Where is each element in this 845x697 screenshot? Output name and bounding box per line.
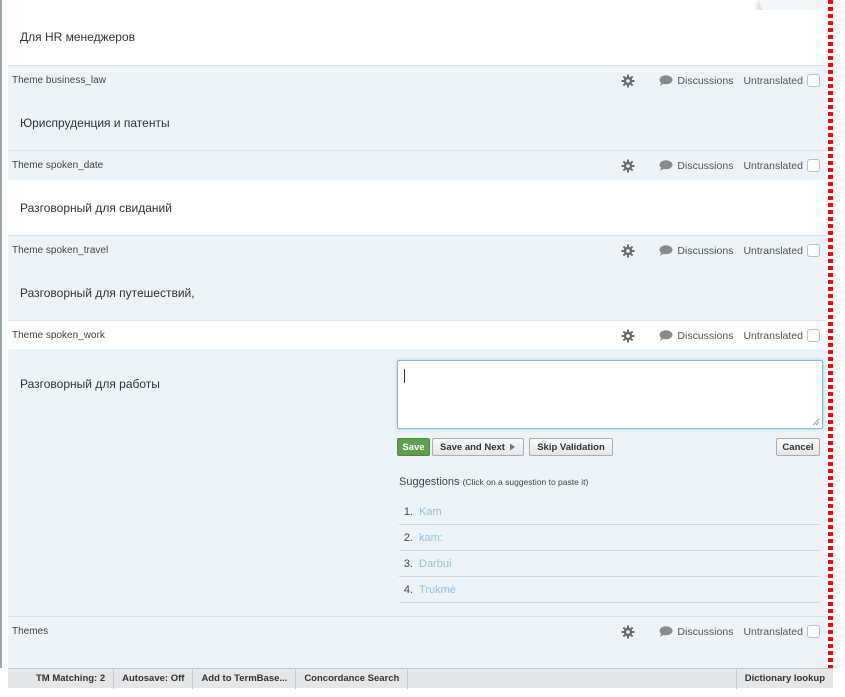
untranslated-label: Untranslated bbox=[743, 244, 803, 257]
active-segment-editor: Разговорный для работы Save Save and Nex… bbox=[8, 349, 826, 616]
save-and-next-button[interactable]: Save and Next bbox=[432, 438, 524, 456]
suggestion-item[interactable]: 4. Trukmė bbox=[399, 577, 819, 603]
left-margin-rule bbox=[0, 0, 2, 668]
suggestions-hint: (Click on a suggestion to paste it) bbox=[462, 477, 589, 487]
theme-label: Theme business_law bbox=[12, 75, 106, 86]
untranslated-checkbox[interactable] bbox=[807, 625, 820, 638]
untranslated-checkbox[interactable] bbox=[807, 329, 820, 342]
discussions-link[interactable]: Discussions bbox=[659, 245, 733, 257]
translation-input[interactable] bbox=[397, 360, 823, 429]
segment-source-row: Разговорный для путешествий, bbox=[8, 265, 826, 320]
right-margin-marker bbox=[828, 0, 833, 668]
untranslated-label: Untranslated bbox=[743, 159, 803, 172]
dictionary-lookup-button[interactable]: Dictionary lookup bbox=[735, 668, 833, 689]
segment-source-row bbox=[8, 646, 826, 668]
segment-source-text: Для HR менеджеров bbox=[20, 30, 136, 44]
add-to-termbase-button[interactable]: Add to TermBase... bbox=[193, 668, 297, 689]
untranslated-label: Untranslated bbox=[743, 74, 803, 87]
segment-header-themes: Themes Discussions Untranslated bbox=[8, 616, 826, 646]
cancel-button[interactable]: Cancel bbox=[776, 438, 820, 456]
tm-matching-button[interactable]: TM Matching: 2 bbox=[8, 668, 115, 689]
play-triangle-icon bbox=[509, 443, 515, 451]
text-caret bbox=[404, 369, 405, 383]
segment-source-text: Юриспруденция и патенты bbox=[20, 116, 170, 130]
segment-source-row: Для HR менеджеров bbox=[8, 10, 826, 65]
concordance-search-button[interactable]: Concordance Search bbox=[296, 668, 409, 689]
discussions-link[interactable]: Discussions bbox=[659, 160, 733, 172]
segment-header-spoken-date: Theme spoken_date Discussions Untranslat… bbox=[8, 150, 826, 180]
gear-icon[interactable] bbox=[621, 329, 635, 343]
save-button[interactable]: Save bbox=[397, 438, 430, 456]
skip-validation-button[interactable]: Skip Validation bbox=[529, 438, 613, 456]
gear-icon[interactable] bbox=[621, 74, 635, 88]
gear-icon[interactable] bbox=[621, 159, 635, 173]
speech-bubble-icon bbox=[659, 245, 673, 256]
speech-bubble-icon bbox=[659, 330, 673, 341]
resize-grip-icon[interactable] bbox=[812, 418, 820, 426]
segment-header-spoken-travel: Theme spoken_travel Discussions Untransl… bbox=[8, 235, 826, 265]
suggestion-item[interactable]: 2. kam: bbox=[399, 525, 819, 551]
untranslated-checkbox[interactable] bbox=[807, 244, 820, 257]
autosave-toggle[interactable]: Autosave: Off bbox=[114, 668, 194, 689]
discussions-link[interactable]: Discussions bbox=[659, 330, 733, 342]
gear-icon[interactable] bbox=[621, 625, 635, 639]
untranslated-label: Untranslated bbox=[743, 625, 803, 638]
untranslated-label: Untranslated bbox=[743, 329, 803, 342]
discussions-link[interactable]: Discussions bbox=[659, 75, 733, 87]
theme-label: Themes bbox=[12, 626, 49, 637]
gear-icon[interactable] bbox=[621, 244, 635, 258]
theme-label: Theme spoken_work bbox=[12, 330, 105, 341]
segment-source-text: Разговорный для путешествий, bbox=[20, 286, 195, 300]
speech-bubble-icon bbox=[659, 626, 673, 637]
status-bar: TM Matching: 2 Autosave: Off Add to Term… bbox=[8, 668, 833, 689]
segment-header-spoken-work: Theme spoken_work Discussions Untranslat… bbox=[8, 320, 826, 350]
suggestion-item[interactable]: 3. Darbui bbox=[399, 551, 819, 577]
segment-source-text: Разговорный для работы bbox=[20, 377, 160, 391]
untranslated-checkbox[interactable] bbox=[807, 74, 820, 87]
suggestions-heading: Suggestions (Click on a suggestion to pa… bbox=[399, 476, 589, 488]
suggestion-item[interactable]: 1. Kam bbox=[399, 499, 819, 525]
untranslated-checkbox[interactable] bbox=[807, 159, 820, 172]
discussions-link[interactable]: Discussions bbox=[659, 626, 733, 638]
segment-source-row: Разговорный для свиданий bbox=[8, 180, 826, 235]
segment-header-business-law: Theme business_law Discussions Untransla… bbox=[8, 65, 826, 95]
theme-label: Theme spoken_date bbox=[12, 160, 104, 171]
segment-source-text: Разговорный для свиданий bbox=[20, 201, 172, 215]
segment-source-row: Юриспруденция и патенты bbox=[8, 95, 826, 150]
speech-bubble-icon bbox=[659, 160, 673, 171]
speech-bubble-icon bbox=[659, 75, 673, 86]
theme-label: Theme spoken_travel bbox=[12, 245, 109, 256]
